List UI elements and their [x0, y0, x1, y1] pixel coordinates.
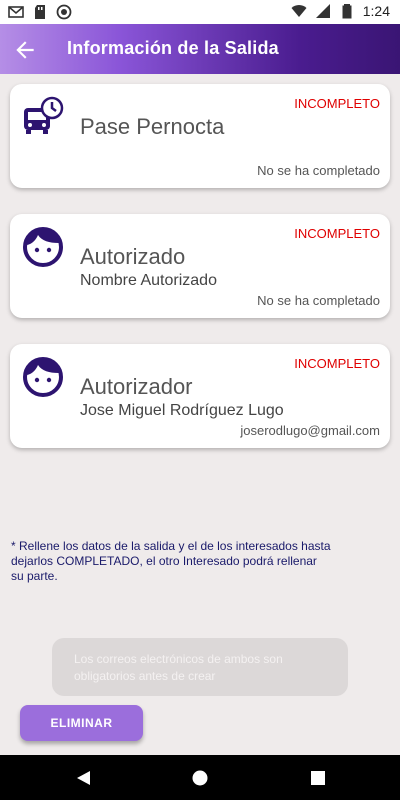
- status-bar: 1:24: [0, 0, 400, 24]
- card-footer: No se ha completado: [257, 163, 380, 178]
- arrow-left-icon[interactable]: [12, 37, 38, 63]
- signal-icon: [315, 4, 330, 18]
- card-footer: No se ha completado: [257, 293, 380, 308]
- status-badge: INCOMPLETO: [294, 226, 380, 241]
- gmail-icon: [8, 6, 24, 18]
- face-icon: [23, 357, 63, 397]
- card-pase-pernocta[interactable]: INCOMPLETO Pase Pernocta No se ha comple…: [10, 84, 390, 188]
- page-title: Información de la Salida: [67, 38, 279, 58]
- card-title: Pase Pernocta: [80, 114, 225, 139]
- status-badge: INCOMPLETO: [294, 96, 380, 111]
- face-icon: [23, 227, 63, 267]
- instructions-note: * Rellene los datos de la salida y el de…: [11, 539, 331, 583]
- wifi-icon: [291, 5, 307, 17]
- bus-clock-icon: [24, 96, 64, 134]
- card-subtitle: Nombre Autorizado: [80, 272, 217, 289]
- home-circle-icon[interactable]: [190, 768, 210, 788]
- card-footer: joserodlugo@gmail.com: [240, 423, 380, 438]
- back-triangle-icon[interactable]: [74, 768, 94, 788]
- recents-square-icon[interactable]: [308, 768, 328, 788]
- sd-card-icon: [35, 5, 45, 19]
- card-title: Autorizador: [80, 374, 193, 399]
- card-subtitle: Jose Miguel Rodríguez Lugo: [80, 402, 284, 419]
- battery-icon: [342, 4, 352, 19]
- record-icon: [56, 4, 72, 20]
- status-badge: INCOMPLETO: [294, 356, 380, 371]
- toast-text: Los correos electrónicos de ambos son ob…: [74, 652, 283, 683]
- card-autorizado[interactable]: INCOMPLETO Autorizado Nombre Autorizado …: [10, 214, 390, 318]
- card-autorizador[interactable]: INCOMPLETO Autorizador Jose Miguel Rodrí…: [10, 344, 390, 448]
- toast-message: Los correos electrónicos de ambos son ob…: [52, 638, 348, 696]
- app-bar: Información de la Salida: [0, 24, 400, 74]
- status-time: 1:24: [362, 3, 390, 19]
- delete-button[interactable]: ELIMINAR: [20, 705, 143, 741]
- card-title: Autorizado: [80, 244, 186, 269]
- navigation-bar: [0, 755, 400, 800]
